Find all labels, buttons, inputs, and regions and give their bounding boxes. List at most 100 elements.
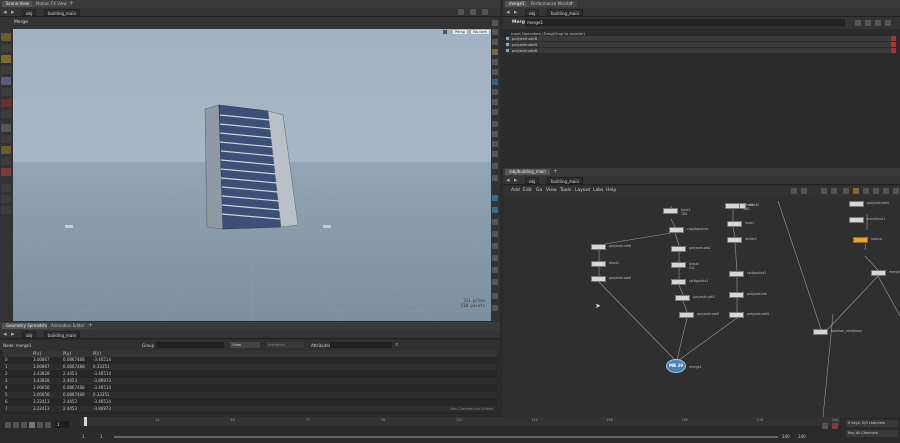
display-icon-20[interactable] <box>492 231 498 237</box>
playhead[interactable] <box>84 417 87 426</box>
next-frame-icon[interactable] <box>37 422 43 428</box>
network-node[interactable] <box>591 261 606 267</box>
first-frame-icon[interactable] <box>5 422 11 428</box>
network-node[interactable] <box>669 227 684 233</box>
scale-tool-icon[interactable] <box>1 66 11 74</box>
input-checkbox-3[interactable] <box>506 49 509 52</box>
camera-tool-icon[interactable] <box>1 184 11 192</box>
display-icon-11[interactable] <box>492 121 498 127</box>
select-tool-icon[interactable] <box>1 33 11 41</box>
display-icon-16[interactable] <box>492 175 498 181</box>
display-icon-8[interactable] <box>492 89 498 95</box>
move-tool-icon[interactable] <box>1 44 11 52</box>
tab-merge1[interactable]: merge1 <box>505 1 529 7</box>
display-icon-26[interactable] <box>492 305 498 311</box>
table-row[interactable]: 3 3.43828 2.4453 -3.86973 <box>3 378 497 384</box>
merge-node[interactable]: MB 39 <box>666 359 686 373</box>
keys-label[interactable]: 0 keys, 0/0 channels <box>846 420 898 427</box>
stop-icon[interactable] <box>21 422 27 428</box>
network-node[interactable] <box>671 279 686 285</box>
gear-icon[interactable] <box>855 20 861 26</box>
menu-layout[interactable]: Layout <box>575 186 590 195</box>
display-icon-4[interactable] <box>492 49 498 55</box>
camera-icon[interactable] <box>443 30 447 34</box>
table-row[interactable]: 7 3.22413 2.4453 -3.86973 <box>3 406 497 412</box>
back-icon-2[interactable]: ◂ <box>3 330 7 338</box>
network-node[interactable] <box>675 295 690 301</box>
display-icon-17[interactable] <box>492 195 498 201</box>
3d-viewport[interactable]: Persp No cam 311 prims 510 points <box>13 29 491 321</box>
tab-motion-fx-view[interactable]: Motion FX View <box>32 1 71 7</box>
prev-frame-icon[interactable] <box>13 422 19 428</box>
grid-tool-icon[interactable] <box>1 146 11 154</box>
input-checkbox-2[interactable] <box>506 43 509 46</box>
forward-icon-2[interactable]: ▸ <box>11 330 15 338</box>
network-node[interactable] <box>591 276 606 282</box>
network-help-icon[interactable] <box>893 188 899 194</box>
display-icon-21[interactable] <box>492 243 498 249</box>
tab-animation-editor[interactable]: Animation Editor <box>47 323 89 329</box>
network-node[interactable] <box>849 201 864 207</box>
magnet-tool-icon[interactable] <box>1 168 11 176</box>
path-building-main-3[interactable]: building_main <box>547 9 584 16</box>
path-building-main-2[interactable]: building_main <box>44 331 81 338</box>
tab-network[interactable]: /obj/building_main <box>505 169 550 175</box>
display-icon-15[interactable] <box>492 163 498 169</box>
tile-icon[interactable] <box>843 188 849 194</box>
pin-icon[interactable] <box>458 9 464 15</box>
link-icon[interactable] <box>470 9 476 15</box>
network-node[interactable] <box>871 270 886 276</box>
display-icon-23[interactable] <box>492 267 498 273</box>
measure-tool-icon[interactable] <box>1 157 11 165</box>
menu-edit[interactable]: Edit <box>523 186 532 195</box>
forward-icon-4[interactable]: ▸ <box>514 176 518 184</box>
view-dropdown[interactable]: View <box>230 342 260 348</box>
display-icon-1[interactable] <box>492 20 498 26</box>
path-obj[interactable]: obj <box>22 9 37 16</box>
menu-add[interactable]: Add <box>511 186 520 195</box>
table-row[interactable]: 5 3.00656 0.0867488 0.33351 <box>3 392 497 398</box>
play-icon[interactable] <box>29 422 35 428</box>
network-node[interactable] <box>849 217 864 223</box>
table-row[interactable]: 6 3.22413 2.4453 -3.46514 <box>3 399 497 405</box>
path-obj-3[interactable]: obj <box>525 9 540 16</box>
rotate-tool-icon[interactable] <box>1 55 11 63</box>
table-row[interactable]: 1 3.00867 0.0867488 0.33351 <box>3 364 497 370</box>
network-node[interactable] <box>727 221 742 227</box>
flag-icon[interactable] <box>821 188 827 194</box>
input-checkbox-1[interactable] <box>506 37 509 40</box>
start-field-2[interactable]: 1 <box>100 434 103 439</box>
view-button[interactable]: No cam <box>471 30 489 34</box>
back-icon[interactable]: ◂ <box>3 8 7 16</box>
camera-button[interactable]: Persp <box>453 30 467 34</box>
network-node[interactable] <box>853 237 868 243</box>
wrench-icon[interactable] <box>791 188 797 194</box>
display-icon-7[interactable] <box>492 79 498 85</box>
menu-go[interactable]: Go <box>536 186 542 195</box>
start-field[interactable]: 1 <box>82 434 85 439</box>
table-row[interactable]: 4 3.00656 0.0867488 -3.46514 <box>3 385 497 391</box>
forward-icon-3[interactable]: ▸ <box>514 8 518 16</box>
grid-icon[interactable] <box>873 188 879 194</box>
network-canvas[interactable]: tube1 100 blast3 copytopoints polyextrude6 bl… <box>503 196 900 417</box>
key-icon[interactable] <box>832 423 838 429</box>
group-field[interactable] <box>156 342 224 348</box>
last-frame-icon[interactable] <box>45 422 51 428</box>
display-icon-10[interactable] <box>492 109 498 115</box>
network-node[interactable] <box>813 329 828 335</box>
snap-tool-icon[interactable] <box>1 135 11 143</box>
display-icon-5[interactable] <box>492 59 498 65</box>
paint-tool-icon[interactable] <box>1 110 11 118</box>
display-icon-18[interactable] <box>492 207 498 213</box>
frame-field[interactable]: 1 <box>55 421 69 428</box>
list-icon[interactable] <box>831 188 837 194</box>
add-tab-icon-3[interactable]: + <box>569 0 574 7</box>
light-tool-icon[interactable] <box>1 195 11 203</box>
display-icon-2[interactable] <box>492 29 498 35</box>
network-node[interactable] <box>679 312 694 318</box>
network-node[interactable] <box>591 244 606 250</box>
brush-tool-icon[interactable] <box>1 99 11 107</box>
display-icon-13[interactable] <box>492 141 498 147</box>
menu-help[interactable]: Help <box>606 186 616 195</box>
intrinsics-dropdown[interactable]: Intrinsics <box>266 342 304 348</box>
